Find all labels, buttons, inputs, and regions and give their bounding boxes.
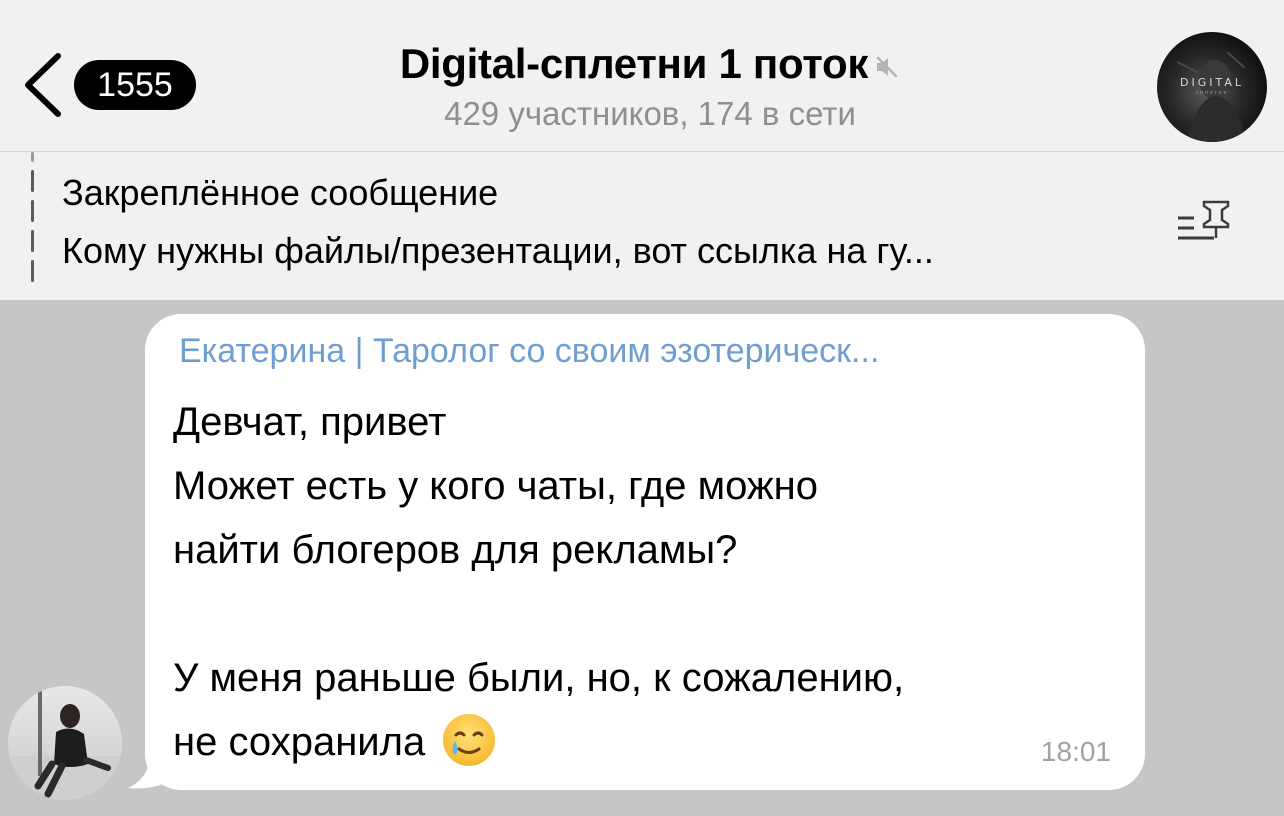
chat-avatar[interactable]: DIGITAL сплетни: [1157, 32, 1267, 142]
sender-avatar-image: [8, 686, 122, 800]
message-line: [173, 582, 1113, 646]
sender-avatar[interactable]: [8, 686, 122, 800]
message-time: 18:01: [1040, 736, 1111, 767]
chat-title-area[interactable]: Digital-сплетни 1 поток 429 участников, …: [300, 40, 1000, 133]
message-sender[interactable]: Екатерина | Таролог со своим эзотерическ…: [179, 332, 1119, 371]
message-line: найти блогеров для рекламы?: [173, 528, 738, 572]
pinned-text: Кому нужны файлы/презентации, вот ссылка…: [62, 230, 934, 271]
message-bubble[interactable]: Екатерина | Таролог со своим эзотерическ…: [145, 314, 1145, 790]
pinned-title: Закреплённое сообщение: [62, 172, 499, 213]
message-text: Девчат, привет Может есть у кого чаты, г…: [173, 390, 1113, 774]
chat-members-status: 429 участников, 174 в сети: [444, 95, 856, 133]
message-line: Может есть у кого чаты, где можно: [173, 464, 818, 508]
unread-count-badge[interactable]: 1555: [74, 60, 196, 110]
message-line: не сохранила: [173, 720, 426, 764]
avatar-logo-text: DIGITAL: [1179, 76, 1244, 89]
pinned-list-icon[interactable]: [1174, 196, 1240, 255]
chat-title: Digital-сплетни 1 поток: [399, 40, 869, 87]
message-line: У меня раньше были, но, к сожалению,: [173, 656, 905, 700]
message-line: Девчат, привет: [173, 400, 447, 444]
chat-header: 1555 Digital-сплетни 1 поток 429 участни…: [0, 0, 1284, 152]
muted-speaker-icon: [874, 54, 900, 85]
pinned-message-bar[interactable]: Закреплённое сообщение Кому нужны файлы/…: [0, 152, 1284, 300]
back-button[interactable]: [18, 50, 68, 120]
pinned-indicator: [31, 152, 35, 282]
chevron-left-icon: [25, 53, 61, 117]
avatar-logo-subtext: сплетни: [1195, 90, 1229, 96]
smiling-face-with-tear-icon: [440, 711, 498, 788]
